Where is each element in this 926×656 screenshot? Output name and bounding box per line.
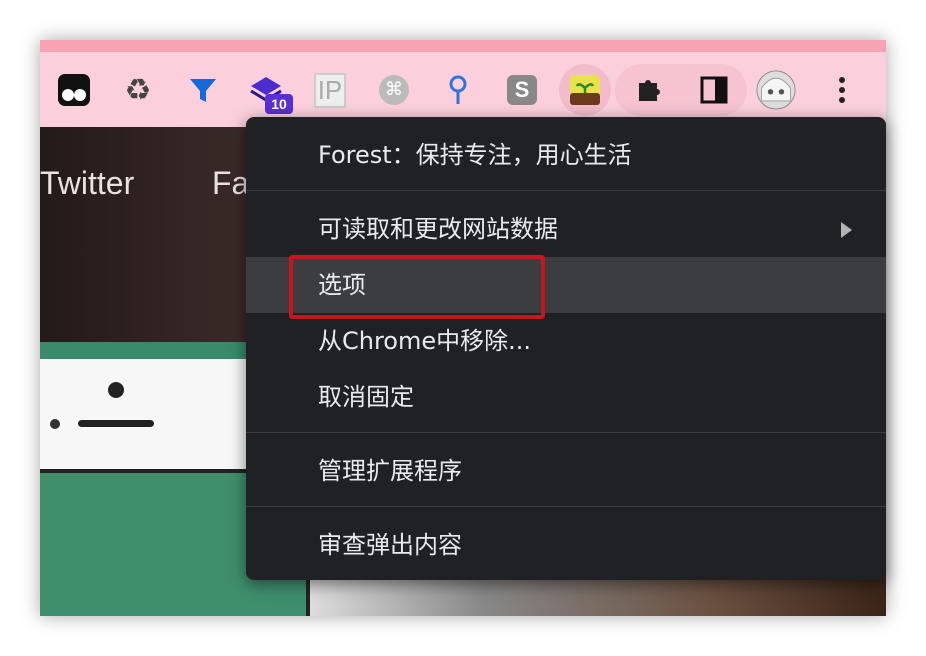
sensor-dot	[50, 419, 60, 429]
submenu-arrow-icon	[841, 222, 852, 238]
camera-dot	[108, 382, 124, 398]
menu-item-label: 可读取和更改网站数据	[318, 215, 558, 243]
speaker-slot	[78, 420, 154, 427]
menu-separator	[246, 190, 886, 191]
avatar[interactable]	[756, 70, 796, 110]
side-panel-icon[interactable]	[694, 70, 734, 110]
menu-item-label: 从Chrome中移除...	[318, 327, 532, 355]
location-pin-icon[interactable]	[438, 70, 478, 110]
more-menu-icon[interactable]	[822, 70, 862, 110]
menu-item-label: 审查弹出内容	[318, 531, 462, 559]
menu-item-unpin[interactable]: 取消固定	[246, 369, 886, 425]
extension-context-menu: Forest：保持专注，用心生活 可读取和更改网站数据 选项 从Chrome中移…	[246, 117, 886, 580]
phone-card	[40, 359, 250, 473]
twitter-link[interactable]: Twitter	[40, 165, 134, 202]
ip-icon[interactable]: IP	[310, 70, 350, 110]
hero-link-partial[interactable]: Fa	[212, 165, 249, 202]
menu-separator	[246, 506, 886, 507]
s-extension-icon[interactable]: S	[502, 70, 542, 110]
menu-item-label: 取消固定	[318, 383, 414, 411]
tampermonkey-icon[interactable]	[54, 70, 94, 110]
menu-item-remove[interactable]: 从Chrome中移除...	[246, 313, 886, 369]
puzzle-icon[interactable]	[630, 70, 670, 110]
recycle-icon[interactable]: ♻	[118, 70, 158, 110]
menu-item-label: 管理扩展程序	[318, 457, 462, 485]
filter-icon[interactable]	[183, 70, 223, 110]
title-strip	[40, 40, 886, 52]
extension-toolbar: ♻ IP ⌘ S	[40, 52, 886, 127]
highlight-box	[289, 255, 545, 319]
menu-item-inspect-popup[interactable]: 审查弹出内容	[246, 517, 886, 573]
menu-item-site-access[interactable]: 可读取和更改网站数据	[246, 201, 886, 257]
menu-title: Forest：保持专注，用心生活	[246, 127, 886, 183]
stack-badge: 10	[265, 94, 293, 114]
menu-separator	[246, 432, 886, 433]
forest-extension-icon[interactable]	[559, 64, 611, 116]
command-icon[interactable]: ⌘	[374, 70, 414, 110]
menu-title-label: Forest：保持专注，用心生活	[318, 141, 632, 169]
menu-item-manage-extensions[interactable]: 管理扩展程序	[246, 443, 886, 499]
